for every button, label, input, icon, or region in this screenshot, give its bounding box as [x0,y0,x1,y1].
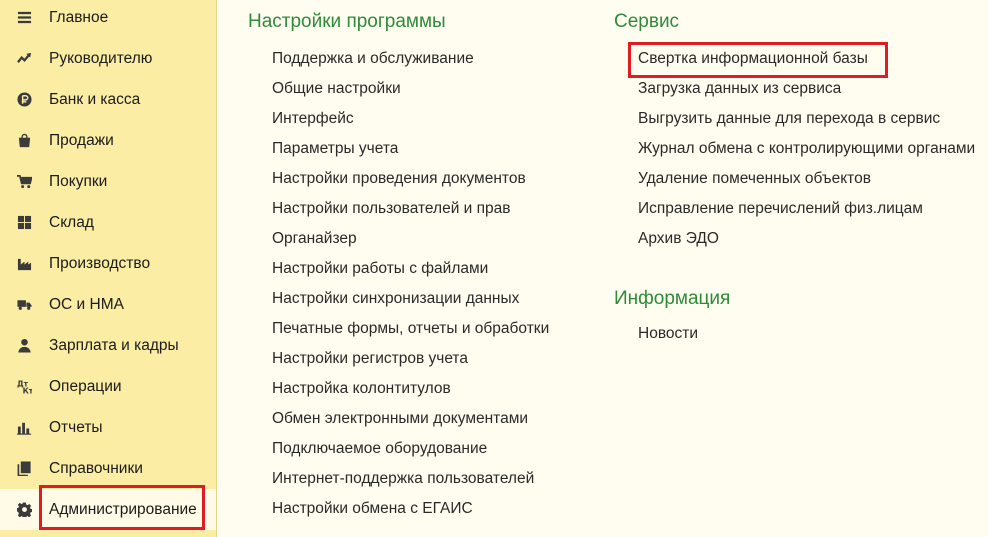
link-regulatory-exchange-log[interactable]: Журнал обмена с контролирующими органами [638,140,975,158]
link-sync-settings[interactable]: Настройки синхронизации данных [272,290,519,308]
sidebar-item-bank[interactable]: Банк и касса [0,79,216,120]
sidebar-item-production[interactable]: Производство [0,243,216,284]
sidebar-item-label: Продажи [49,131,114,149]
sidebar-item-manager[interactable]: Руководителю [0,38,216,79]
link-interface[interactable]: Интерфейс [272,110,354,128]
sidebar-item-fixed-assets[interactable]: ОС и НМА [0,284,216,325]
factory-icon [16,256,32,272]
ruble-coin-icon [16,92,32,108]
sidebar-item-label: Справочники [49,459,143,477]
books-icon [16,461,32,477]
sidebar-item-operations[interactable]: ДтКт Операции [0,366,216,407]
warehouse-grid-icon [16,215,32,231]
sidebar-item-purchases[interactable]: Покупки [0,161,216,202]
link-accounting-params[interactable]: Параметры учета [272,140,398,158]
sidebar-item-label: Операции [49,377,122,395]
sidebar-item-label: Зарплата и кадры [49,336,179,354]
sidebar-item-label: ОС и НМА [49,295,124,313]
link-edo-archive[interactable]: Архив ЭДО [638,230,719,248]
link-equipment[interactable]: Подключаемое оборудование [272,440,487,458]
sidebar-item-reports[interactable]: Отчеты [0,407,216,448]
link-organizer[interactable]: Органайзер [272,230,357,248]
person-icon [16,338,32,354]
shopping-bag-icon [16,133,32,149]
svg-text:Кт: Кт [22,387,31,394]
dt-kt-icon: ДтКт [16,379,32,395]
link-edo-exchange[interactable]: Обмен электронными документами [272,410,528,428]
link-posting-settings[interactable]: Настройки проведения документов [272,170,526,188]
sidebar-item-label: Руководителю [49,49,153,67]
link-headers-footers[interactable]: Настройка колонтитулов [272,380,451,398]
gear-icon [16,502,32,518]
link-news[interactable]: Новости [638,325,698,343]
bar-chart-icon [16,420,32,436]
link-support[interactable]: Поддержка и обслуживание [272,50,474,68]
link-fix-transfers[interactable]: Исправление перечислений физ.лицам [638,200,923,218]
sidebar-item-label: Главное [49,8,109,26]
sidebar-item-label: Производство [49,254,151,272]
sidebar: Главное Руководителю Банк и касса Продаж… [0,0,217,537]
sidebar-item-label: Банк и касса [49,90,141,108]
sidebar-item-directories[interactable]: Справочники [0,448,216,489]
sidebar-item-salary[interactable]: Зарплата и кадры [0,325,216,366]
trend-icon [16,51,32,67]
truck-icon [16,297,32,313]
sidebar-item-sales[interactable]: Продажи [0,120,216,161]
link-egais-settings[interactable]: Настройки обмена с ЕГАИС [272,500,473,518]
menu-icon [16,10,32,26]
sidebar-item-warehouse[interactable]: Склад [0,202,216,243]
section-title-info: Информация [614,288,731,309]
section-title-settings: Настройки программы [248,11,446,32]
link-general-settings[interactable]: Общие настройки [272,80,401,98]
active-item-highlight-frame [39,485,205,530]
link-print-forms[interactable]: Печатные формы, отчеты и обработки [272,320,549,338]
section-title-service: Сервис [614,11,680,32]
sidebar-item-main[interactable]: Главное [0,0,216,38]
link-registers-settings[interactable]: Настройки регистров учета [272,350,468,368]
cart-icon [16,174,32,190]
sidebar-item-label: Склад [49,213,94,231]
link-files-settings[interactable]: Настройки работы с файлами [272,260,488,278]
link-export-to-service[interactable]: Выгрузить данные для перехода в сервис [638,110,940,128]
link-online-support[interactable]: Интернет-поддержка пользователей [272,470,534,488]
link-users-rights[interactable]: Настройки пользователей и прав [272,200,511,218]
link-load-from-service[interactable]: Загрузка данных из сервиса [638,80,841,98]
sidebar-item-label: Отчеты [49,418,103,436]
sidebar-item-label: Покупки [49,172,108,190]
link-delete-marked[interactable]: Удаление помеченных объектов [638,170,871,188]
db-collapse-highlight-frame [628,42,888,78]
